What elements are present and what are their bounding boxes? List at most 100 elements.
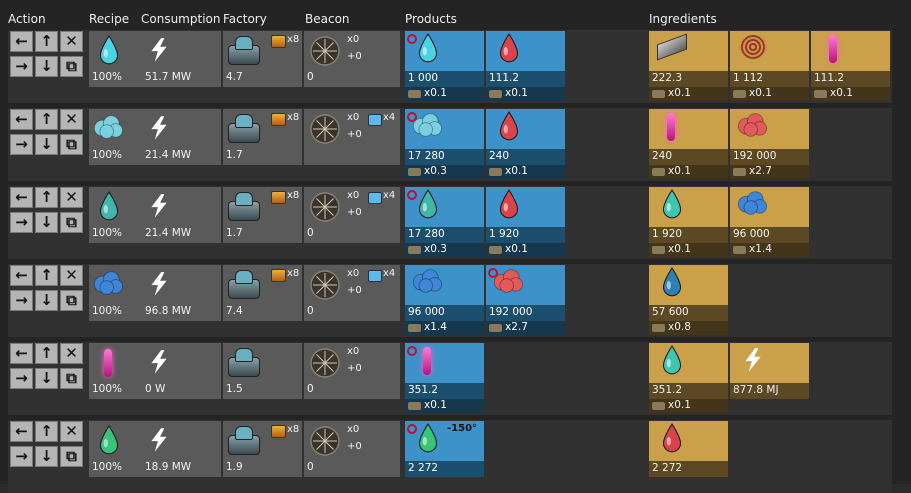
productivity-module-icon [652, 90, 665, 98]
beacon-cell[interactable]: x0 +0 0 [304, 421, 400, 477]
ingredient-tile[interactable]: 2 272 [649, 421, 728, 477]
factory-cell[interactable]: x8 1.9 [223, 421, 302, 477]
move-left-button[interactable]: ← [10, 31, 33, 52]
ingredient-belt-bar: x2.7 [730, 165, 809, 179]
copy-button[interactable]: ⧉ [60, 134, 83, 155]
factory-cell[interactable]: x8 1.7 [223, 109, 302, 165]
copy-button[interactable]: ⧉ [60, 290, 83, 311]
beacon-cell[interactable]: x0 +0 x4 0 [304, 265, 400, 321]
recipe-icon [93, 271, 124, 295]
move-down-button[interactable]: ↓ [35, 446, 58, 467]
move-up-button[interactable]: ↑ [35, 109, 58, 130]
product-tile[interactable]: -150° 2 272 [405, 421, 484, 477]
product-tile[interactable]: 96 000 x1.4 [405, 265, 484, 335]
ingredient-amount-bar: 877.8 MJ [730, 383, 809, 399]
factory-cell[interactable]: x8 1.7 [223, 187, 302, 243]
ingredient-belt-multiplier: x0.1 [668, 87, 691, 99]
consumption-value: 0 W [145, 383, 166, 395]
copy-button[interactable]: ⧉ [60, 212, 83, 233]
product-tile[interactable]: 17 280 x0.3 [405, 109, 484, 179]
move-up-button[interactable]: ↑ [35, 187, 58, 208]
beacon-module-count: x0 [347, 112, 360, 123]
product-tile[interactable]: 351.2 x0.1 [405, 343, 484, 413]
ingredient-amount: 111.2 [814, 72, 845, 84]
ingredient-amount: 96 000 [733, 228, 770, 240]
product-amount: 240 [489, 150, 510, 162]
product-belt-multiplier: x0.1 [505, 243, 528, 255]
delete-button[interactable]: ✕ [60, 265, 83, 286]
move-left-button[interactable]: ← [10, 265, 33, 286]
move-down-button[interactable]: ↓ [35, 134, 58, 155]
move-down-button[interactable]: ↓ [35, 368, 58, 389]
factory-cell[interactable]: x8 4.7 [223, 31, 302, 87]
delete-button[interactable]: ✕ [60, 343, 83, 364]
move-up-button[interactable]: ↑ [35, 421, 58, 442]
delete-button[interactable]: ✕ [60, 421, 83, 442]
ingredient-tile[interactable]: 57 600 x0.8 [649, 265, 728, 335]
product-tile[interactable]: 111.2 x0.1 [486, 31, 565, 101]
ingredient-tile[interactable]: 111.2 x0.1 [811, 31, 890, 101]
move-up-button[interactable]: ↑ [35, 265, 58, 286]
factory-cell[interactable]: 1.5 [223, 343, 302, 399]
beacon-count: 0 [307, 227, 314, 239]
beacon-cell[interactable]: x0 +0 x4 [304, 109, 400, 165]
recipe-icon [99, 35, 119, 65]
product-belt-bar: x0.1 [486, 243, 565, 257]
factory-cell[interactable]: x8 7.4 [223, 265, 302, 321]
ingredient-tile[interactable]: 877.8 MJ [730, 343, 809, 399]
productivity-module-icon [733, 90, 746, 98]
header-factory: Factory [223, 12, 267, 26]
product-belt-multiplier: x1.4 [424, 321, 447, 333]
product-amount-bar: 17 280 [405, 227, 484, 243]
move-right-button[interactable]: → [10, 368, 33, 389]
move-right-button[interactable]: → [10, 212, 33, 233]
fuel-drop-green-icon [418, 423, 438, 453]
move-right-button[interactable]: → [10, 56, 33, 77]
efficiency-module-icon [368, 192, 382, 204]
copy-button[interactable]: ⧉ [60, 368, 83, 389]
beacon-cell[interactable]: x0 +0 x4 0 [304, 187, 400, 243]
delete-button[interactable]: ✕ [60, 109, 83, 130]
recipe-percent: 100% [92, 383, 123, 395]
beacon-cell[interactable]: x0 +0 0 [304, 31, 400, 87]
consumption-cell: 21.4 MW [142, 109, 221, 165]
move-left-button[interactable]: ← [10, 343, 33, 364]
move-left-button[interactable]: ← [10, 187, 33, 208]
ingredient-tile[interactable]: 351.2 x0.1 [649, 343, 728, 413]
move-left-button[interactable]: ← [10, 109, 33, 130]
delete-button[interactable]: ✕ [60, 31, 83, 52]
ingredient-tile[interactable]: 192 000 x2.7 [730, 109, 809, 179]
move-down-button[interactable]: ↓ [35, 212, 58, 233]
product-tile[interactable]: 17 280 x0.3 [405, 187, 484, 257]
copy-button[interactable]: ⧉ [60, 446, 83, 467]
header-recipe: Recipe [89, 12, 130, 26]
move-right-button[interactable]: → [10, 446, 33, 467]
delete-button[interactable]: ✕ [60, 187, 83, 208]
beacon-cell[interactable]: x0 +0 0 [304, 343, 400, 399]
move-up-button[interactable]: ↑ [35, 31, 58, 52]
product-tile[interactable]: 192 000 x2.7 [486, 265, 565, 335]
ingredient-tile[interactable]: 240 x0.1 [649, 109, 728, 179]
ingredient-tile[interactable]: 1 112 x0.1 [730, 31, 809, 101]
move-up-button[interactable]: ↑ [35, 343, 58, 364]
consumption-cell: 18.9 MW [142, 421, 221, 477]
beacon-icon [310, 192, 340, 222]
copy-button[interactable]: ⧉ [60, 56, 83, 77]
move-down-button[interactable]: ↓ [35, 56, 58, 77]
beacon-count: 0 [307, 305, 314, 317]
move-left-button[interactable]: ← [10, 421, 33, 442]
product-tile[interactable]: 1 920 x0.1 [486, 187, 565, 257]
ingredient-tile[interactable]: 96 000 x1.4 [730, 187, 809, 257]
move-down-button[interactable]: ↓ [35, 290, 58, 311]
ingredient-tile[interactable]: 222.3 x0.1 [649, 31, 728, 101]
product-tile[interactable]: 1 000 x0.1 [405, 31, 484, 101]
steel-beam-icon [657, 33, 687, 61]
move-right-button[interactable]: → [10, 290, 33, 311]
assembling-machine-icon [226, 425, 260, 455]
ingredient-tile[interactable]: 1 920 x0.1 [649, 187, 728, 257]
recipe-icon [99, 425, 119, 455]
ingredient-belt-bar: x0.1 [649, 243, 728, 257]
product-tile[interactable]: 240 x0.1 [486, 109, 565, 179]
consumption-cell: 0 W [142, 343, 221, 399]
move-right-button[interactable]: → [10, 134, 33, 155]
